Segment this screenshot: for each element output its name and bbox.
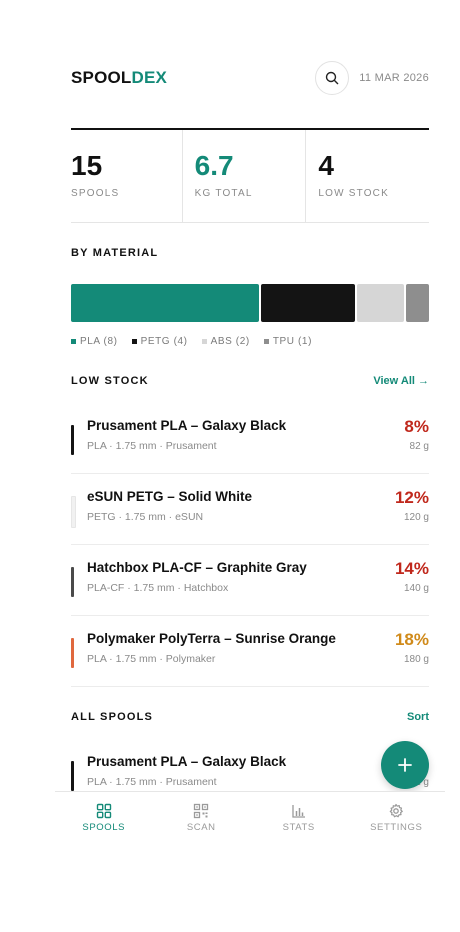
nav-label: STATS (282, 822, 315, 833)
legend-item: TPU (1) (263, 336, 313, 347)
stat-spools: 15 SPOOLS (71, 130, 183, 222)
legend-swatch (263, 339, 269, 344)
qr-icon (194, 803, 209, 819)
legend-item: ABS (2) (201, 336, 250, 347)
stat-label: LOW STOCK (318, 188, 389, 199)
material-segment-abs (356, 284, 404, 322)
header-actions: 11 MAR 2026 (315, 61, 429, 95)
nav-item-settings[interactable]: SETTINGS (348, 792, 446, 846)
stats-summary: 15 SPOOLS 6.7 KG TOTAL 4 LOW STOCK (71, 128, 429, 223)
legend-label: TPU (1) (272, 336, 313, 347)
nav-item-spools[interactable]: SPOOLS (55, 792, 153, 846)
material-segment-pla (71, 284, 259, 322)
spool-name: Polymaker PolyTerra – Sunrise Orange (87, 631, 336, 646)
legend-label: PLA (8) (80, 336, 118, 347)
material-legend: PLA (8) PETG (4) ABS (2) TPU (1) (71, 336, 326, 347)
grid-icon (96, 803, 111, 819)
legend-label: ABS (2) (210, 336, 250, 347)
spool-row[interactable]: Hatchbox PLA-CF – Graphite Gray PLA-CF · … (71, 545, 429, 616)
section-title-by-material: BY MATERIAL (71, 247, 159, 259)
legend-swatch (71, 339, 76, 344)
nav-label: SCAN (186, 822, 216, 833)
gear-icon (389, 803, 404, 818)
section-title-low-stock: LOW STOCK (71, 375, 149, 387)
logo-text-accent: DEX (131, 68, 168, 87)
legend-swatch (131, 339, 137, 344)
spool-row[interactable]: Polymaker PolyTerra – Sunrise Orange PLA … (71, 616, 429, 687)
nav-item-scan[interactable]: SCAN (153, 792, 251, 846)
remaining-percent: 12% (394, 488, 429, 507)
spool-meta: PLA · 1.75 mm · Polymaker (87, 653, 216, 665)
remaining-percent: 14% (394, 559, 429, 578)
remaining-percent: 8% (404, 417, 429, 436)
search-icon (326, 71, 339, 85)
spool-name: Hatchbox PLA-CF – Graphite Gray (87, 560, 307, 575)
nav-item-stats[interactable]: STATS (250, 792, 348, 846)
spool-name: Prusament PLA – Galaxy Black (87, 418, 287, 433)
stat-label: KG TOTAL (194, 188, 253, 199)
color-swatch (71, 496, 76, 528)
color-swatch (71, 761, 74, 791)
spool-row[interactable]: Prusament PLA – Galaxy Black PLA · 1.75 m… (71, 403, 429, 474)
current-date: 11 MAR 2026 (359, 72, 429, 84)
spool-meta: PLA · 1.75 mm · Prusament (87, 440, 217, 452)
nav-label: SETTINGS (370, 822, 423, 833)
legend-label: PETG (4) (140, 336, 188, 347)
color-swatch (71, 638, 74, 668)
legend-item: PETG (4) (131, 336, 188, 347)
legend-swatch (201, 339, 207, 344)
stat-value: 15 (71, 150, 103, 181)
bottom-nav: SPOOLS SCAN STATS SETTINGS (55, 791, 445, 846)
bar-chart-icon (292, 805, 305, 818)
spool-meta: PLA-CF · 1.75 mm · Hatchbox (87, 582, 229, 594)
spool-name: eSUN PETG – Solid White (87, 489, 253, 504)
view-all-link[interactable]: View All → (373, 375, 429, 387)
stat-kg-total: 6.7 KG TOTAL (183, 130, 307, 222)
remaining-weight: 120 g (403, 512, 429, 523)
spool-row[interactable]: eSUN PETG – Solid White PETG · 1.75 mm · … (71, 474, 429, 545)
stat-value: 4 (318, 150, 334, 181)
spool-name: Prusament PLA – Galaxy Black (87, 754, 287, 769)
stat-low-stock: 4 LOW STOCK (306, 130, 429, 222)
logo-text-primary: SPOOL (71, 68, 132, 87)
plus-icon (398, 758, 412, 772)
remaining-weight: 140 g (403, 583, 429, 594)
search-button[interactable] (315, 61, 350, 95)
app-logo[interactable]: SPOOLDEX (71, 68, 167, 88)
remaining-weight: 180 g (403, 654, 429, 665)
add-spool-button[interactable] (381, 741, 429, 789)
color-swatch (71, 567, 74, 597)
sort-button[interactable]: Sort (407, 711, 429, 723)
color-swatch (71, 425, 74, 455)
app-header: SPOOLDEX 11 MAR 2026 (71, 60, 429, 96)
material-distribution-bar (71, 284, 429, 322)
material-segment-tpu (405, 284, 429, 322)
remaining-percent: 18% (394, 630, 429, 649)
stat-label: SPOOLS (71, 188, 120, 199)
section-title-all-spools: ALL SPOOLS (71, 711, 154, 723)
nav-label: SPOOLS (82, 822, 126, 833)
stat-value: 6.7 (194, 150, 234, 181)
remaining-weight: 82 g (409, 441, 429, 452)
legend-item: PLA (8) (71, 336, 118, 347)
spool-meta: PETG · 1.75 mm · eSUN (87, 511, 204, 523)
spool-meta: PLA · 1.75 mm · Prusament (87, 776, 217, 788)
material-segment-petg (260, 284, 355, 322)
